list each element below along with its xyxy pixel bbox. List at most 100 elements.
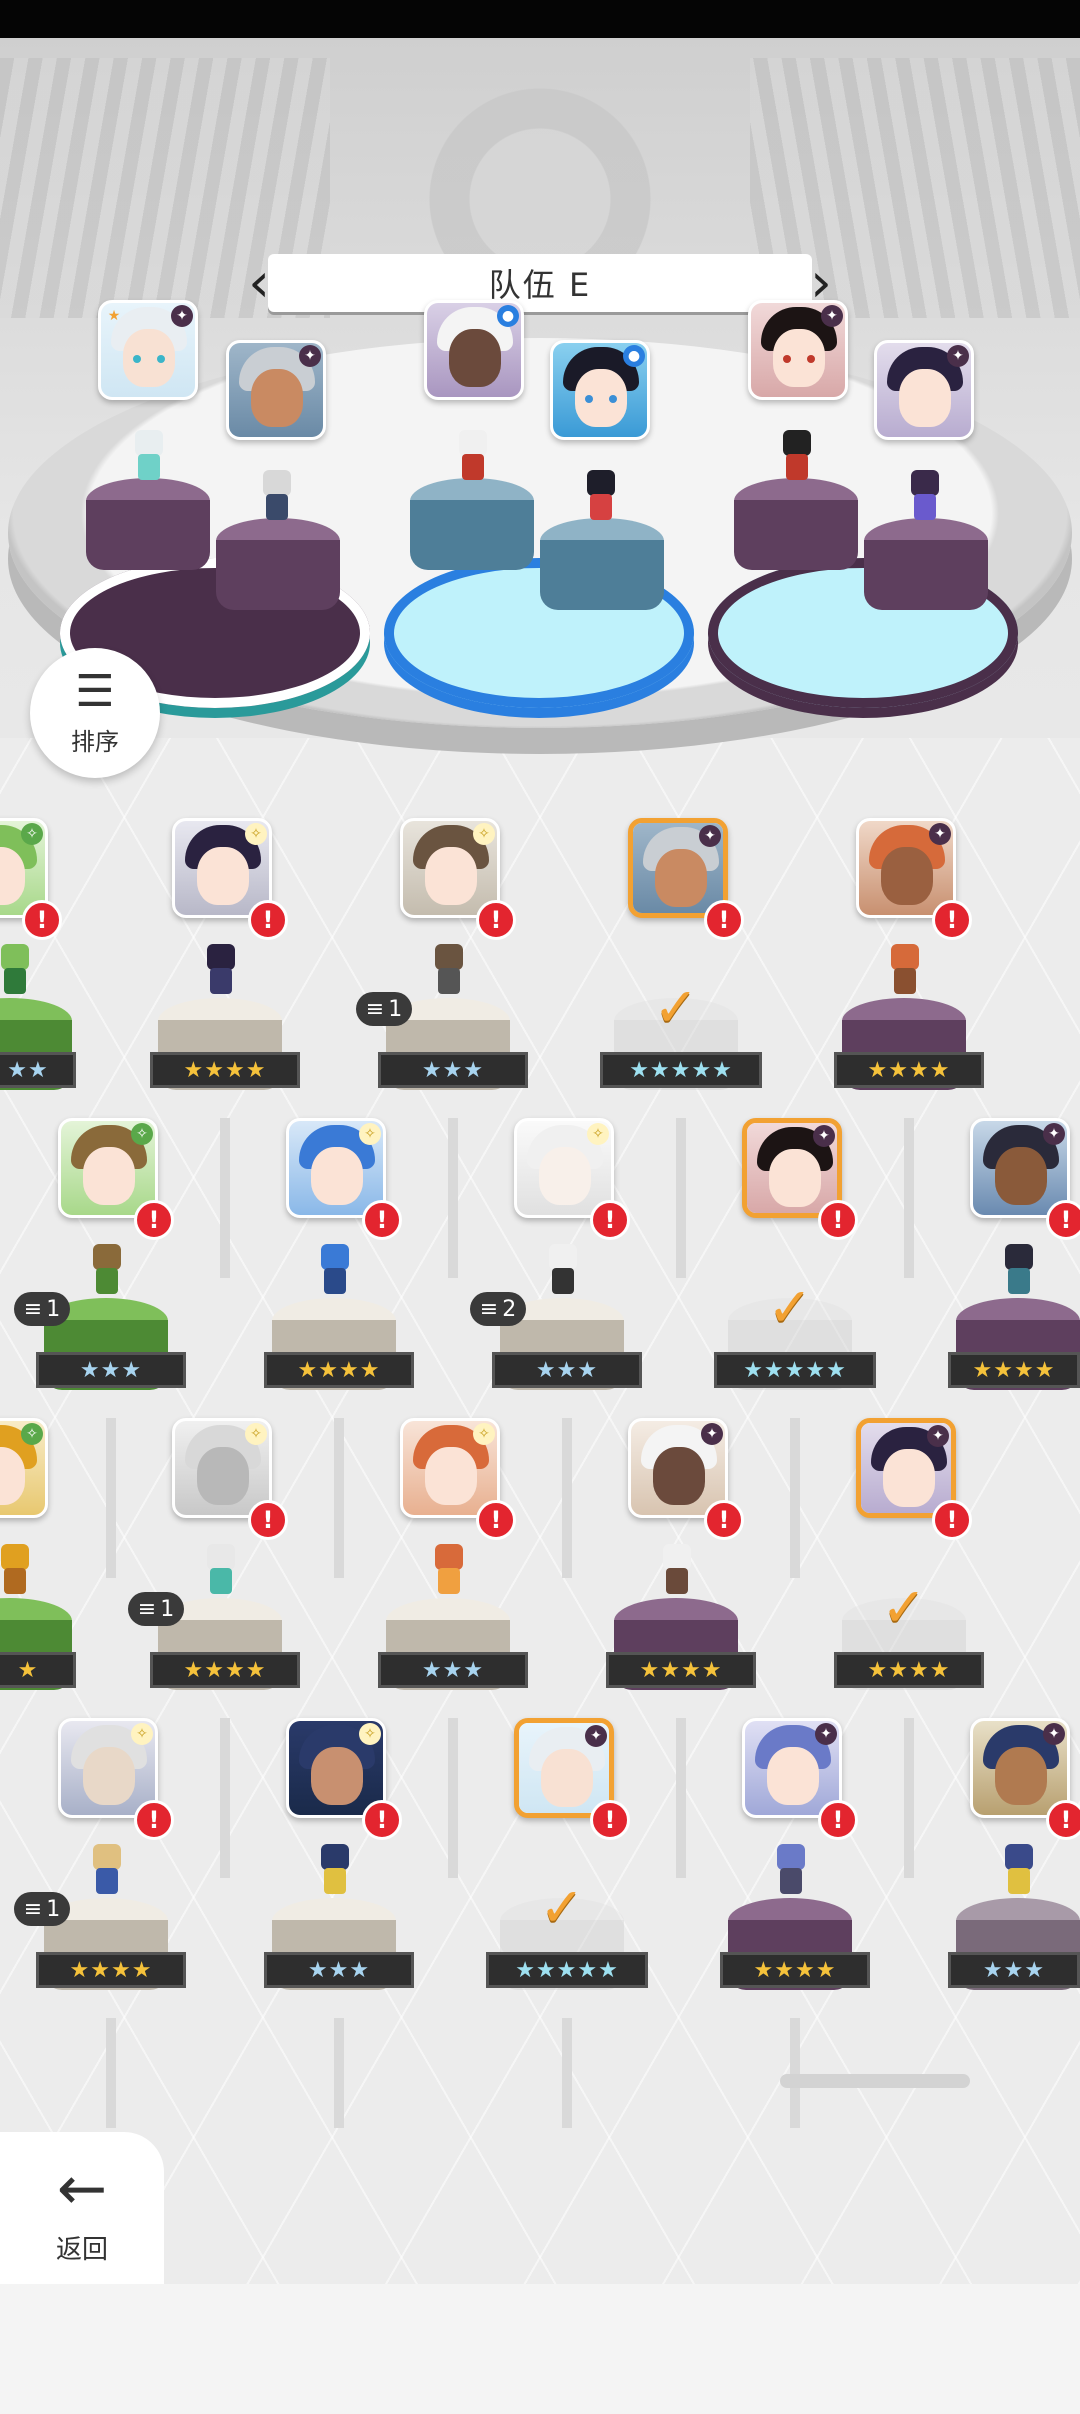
selected-check-icon: ✓ <box>653 975 699 1039</box>
roster-character-sprite[interactable] <box>656 1544 698 1600</box>
team-pedestal <box>402 478 542 588</box>
team-character-portrait[interactable]: ★ ✦ <box>98 300 198 400</box>
duplicate-count: 1 <box>46 1296 61 1322</box>
team-pedestal <box>532 518 672 628</box>
roster-character-sprite[interactable] <box>314 1844 356 1900</box>
star-rating: ★★★ <box>264 1952 414 1988</box>
star-rating: ★★★★ <box>606 1652 756 1688</box>
roster-character-sprite[interactable] <box>884 944 926 1000</box>
sort-descending-icon: ☰ <box>75 665 115 717</box>
star-rating: ★★★★ <box>150 1052 300 1088</box>
element-water-icon: ● <box>623 345 645 367</box>
element-light-icon: ✧ <box>473 1423 495 1445</box>
duplicate-count-badge: ≡ 1 <box>14 1892 70 1926</box>
star-rating: ★★★ <box>36 1352 186 1388</box>
grid-connector <box>676 1118 686 1278</box>
star-rating: ★★★ <box>948 1952 1080 1988</box>
team-character-sprite[interactable] <box>776 430 818 486</box>
team-character-sprite[interactable] <box>904 470 946 526</box>
team-character-portrait[interactable]: ● <box>424 300 524 400</box>
arena-emblem <box>380 38 700 268</box>
team-character-sprite[interactable] <box>128 430 170 486</box>
roster-character-sprite[interactable] <box>428 944 470 1000</box>
new-alert-badge: ! <box>362 1800 402 1840</box>
grid-connector <box>904 1718 914 1878</box>
new-alert-badge: ! <box>818 1800 858 1840</box>
new-alert-badge: ! <box>134 1200 174 1240</box>
star-rating: ★★★ <box>378 1052 528 1088</box>
selected-check-icon: ✓ <box>539 1875 585 1939</box>
back-button[interactable]: ← 返回 <box>0 2132 164 2292</box>
prev-team-button[interactable]: ‹ <box>242 250 276 316</box>
element-dark-icon: ✦ <box>1043 1723 1065 1745</box>
element-light-icon: ✧ <box>359 1123 381 1145</box>
element-light-icon: ✧ <box>245 823 267 845</box>
sort-button[interactable]: ☰ 排序 <box>30 648 160 778</box>
team-pedestal <box>78 478 218 588</box>
new-alert-badge: ! <box>134 1800 174 1840</box>
element-dark-icon: ✦ <box>821 305 843 327</box>
team-pedestal <box>856 518 996 628</box>
team-character-portrait[interactable]: ● <box>550 340 650 440</box>
scroll-indicator <box>780 2074 970 2088</box>
element-light-icon: ✧ <box>359 1723 381 1745</box>
roster-character-sprite[interactable] <box>200 944 242 1000</box>
team-character-portrait[interactable]: ✦ <box>874 340 974 440</box>
roster-character-sprite[interactable] <box>542 1244 584 1300</box>
team-character-sprite[interactable] <box>580 470 622 526</box>
chevron-left-icon: ‹ <box>248 251 270 314</box>
roster-character-sprite[interactable] <box>998 1844 1040 1900</box>
duplicate-count-badge: ≡ 2 <box>470 1292 526 1326</box>
roster-character-sprite[interactable] <box>0 944 36 1000</box>
element-dark-icon: ✦ <box>699 825 721 847</box>
navigation-bar <box>0 2284 1080 2414</box>
element-dark-icon: ✦ <box>815 1723 837 1745</box>
duplicate-count: 1 <box>46 1896 61 1922</box>
roster-character-sprite[interactable] <box>0 1544 36 1600</box>
team-character-portrait[interactable]: ✦ <box>748 300 848 400</box>
new-alert-badge: ! <box>704 900 744 940</box>
roster-character-sprite[interactable] <box>998 1244 1040 1300</box>
roster-character-sprite[interactable] <box>428 1544 470 1600</box>
status-bar <box>0 0 1080 38</box>
roster-character-sprite[interactable] <box>86 1844 128 1900</box>
element-dark-icon: ✦ <box>927 1425 949 1447</box>
new-alert-badge: ! <box>818 1200 858 1240</box>
element-dark-icon: ✦ <box>171 305 193 327</box>
star-rating: ★★★★ <box>150 1652 300 1688</box>
roster-character-portrait[interactable]: ✧ <box>0 1418 48 1518</box>
sort-button-label: 排序 <box>71 727 119 756</box>
star-rating: ★★★★★ <box>486 1952 648 1988</box>
stack-icon: ≡ <box>137 1596 157 1622</box>
team-character-portrait[interactable]: ✦ <box>226 340 326 440</box>
stack-icon: ≡ <box>23 1896 43 1922</box>
grid-connector <box>106 1418 116 1578</box>
roster-character-sprite[interactable] <box>86 1244 128 1300</box>
grid-connector <box>220 1718 230 1878</box>
team-pedestal <box>726 478 866 588</box>
grid-connector <box>334 1418 344 1578</box>
team-character-sprite[interactable] <box>256 470 298 526</box>
star-rating: ★★★ <box>492 1352 642 1388</box>
star-rating: ★★★★★ <box>600 1052 762 1088</box>
duplicate-count: 2 <box>502 1296 517 1322</box>
pedestal-body <box>864 540 988 610</box>
duplicate-count-badge: ≡ 1 <box>14 1292 70 1326</box>
new-alert-badge: ! <box>1046 1800 1080 1840</box>
team-character-sprite[interactable] <box>452 430 494 486</box>
arrow-left-icon: ← <box>56 2153 108 2224</box>
star-rating: ★★★★ <box>36 1952 186 1988</box>
pedestal-body <box>540 540 664 610</box>
new-alert-badge: ! <box>590 1200 630 1240</box>
roster-character-sprite[interactable] <box>770 1844 812 1900</box>
back-button-label: 返回 <box>55 2234 108 2265</box>
pedestal-body <box>216 540 340 610</box>
element-dark-icon: ✦ <box>947 345 969 367</box>
element-dark-icon: ✦ <box>929 823 951 845</box>
roster-character-sprite[interactable] <box>314 1244 356 1300</box>
selected-check-icon: ✓ <box>881 1575 927 1639</box>
element-dark-icon: ✦ <box>701 1423 723 1445</box>
roster-character-sprite[interactable] <box>200 1544 242 1600</box>
new-alert-badge: ! <box>476 900 516 940</box>
team-selector: ‹ 队伍 E › <box>242 250 838 316</box>
